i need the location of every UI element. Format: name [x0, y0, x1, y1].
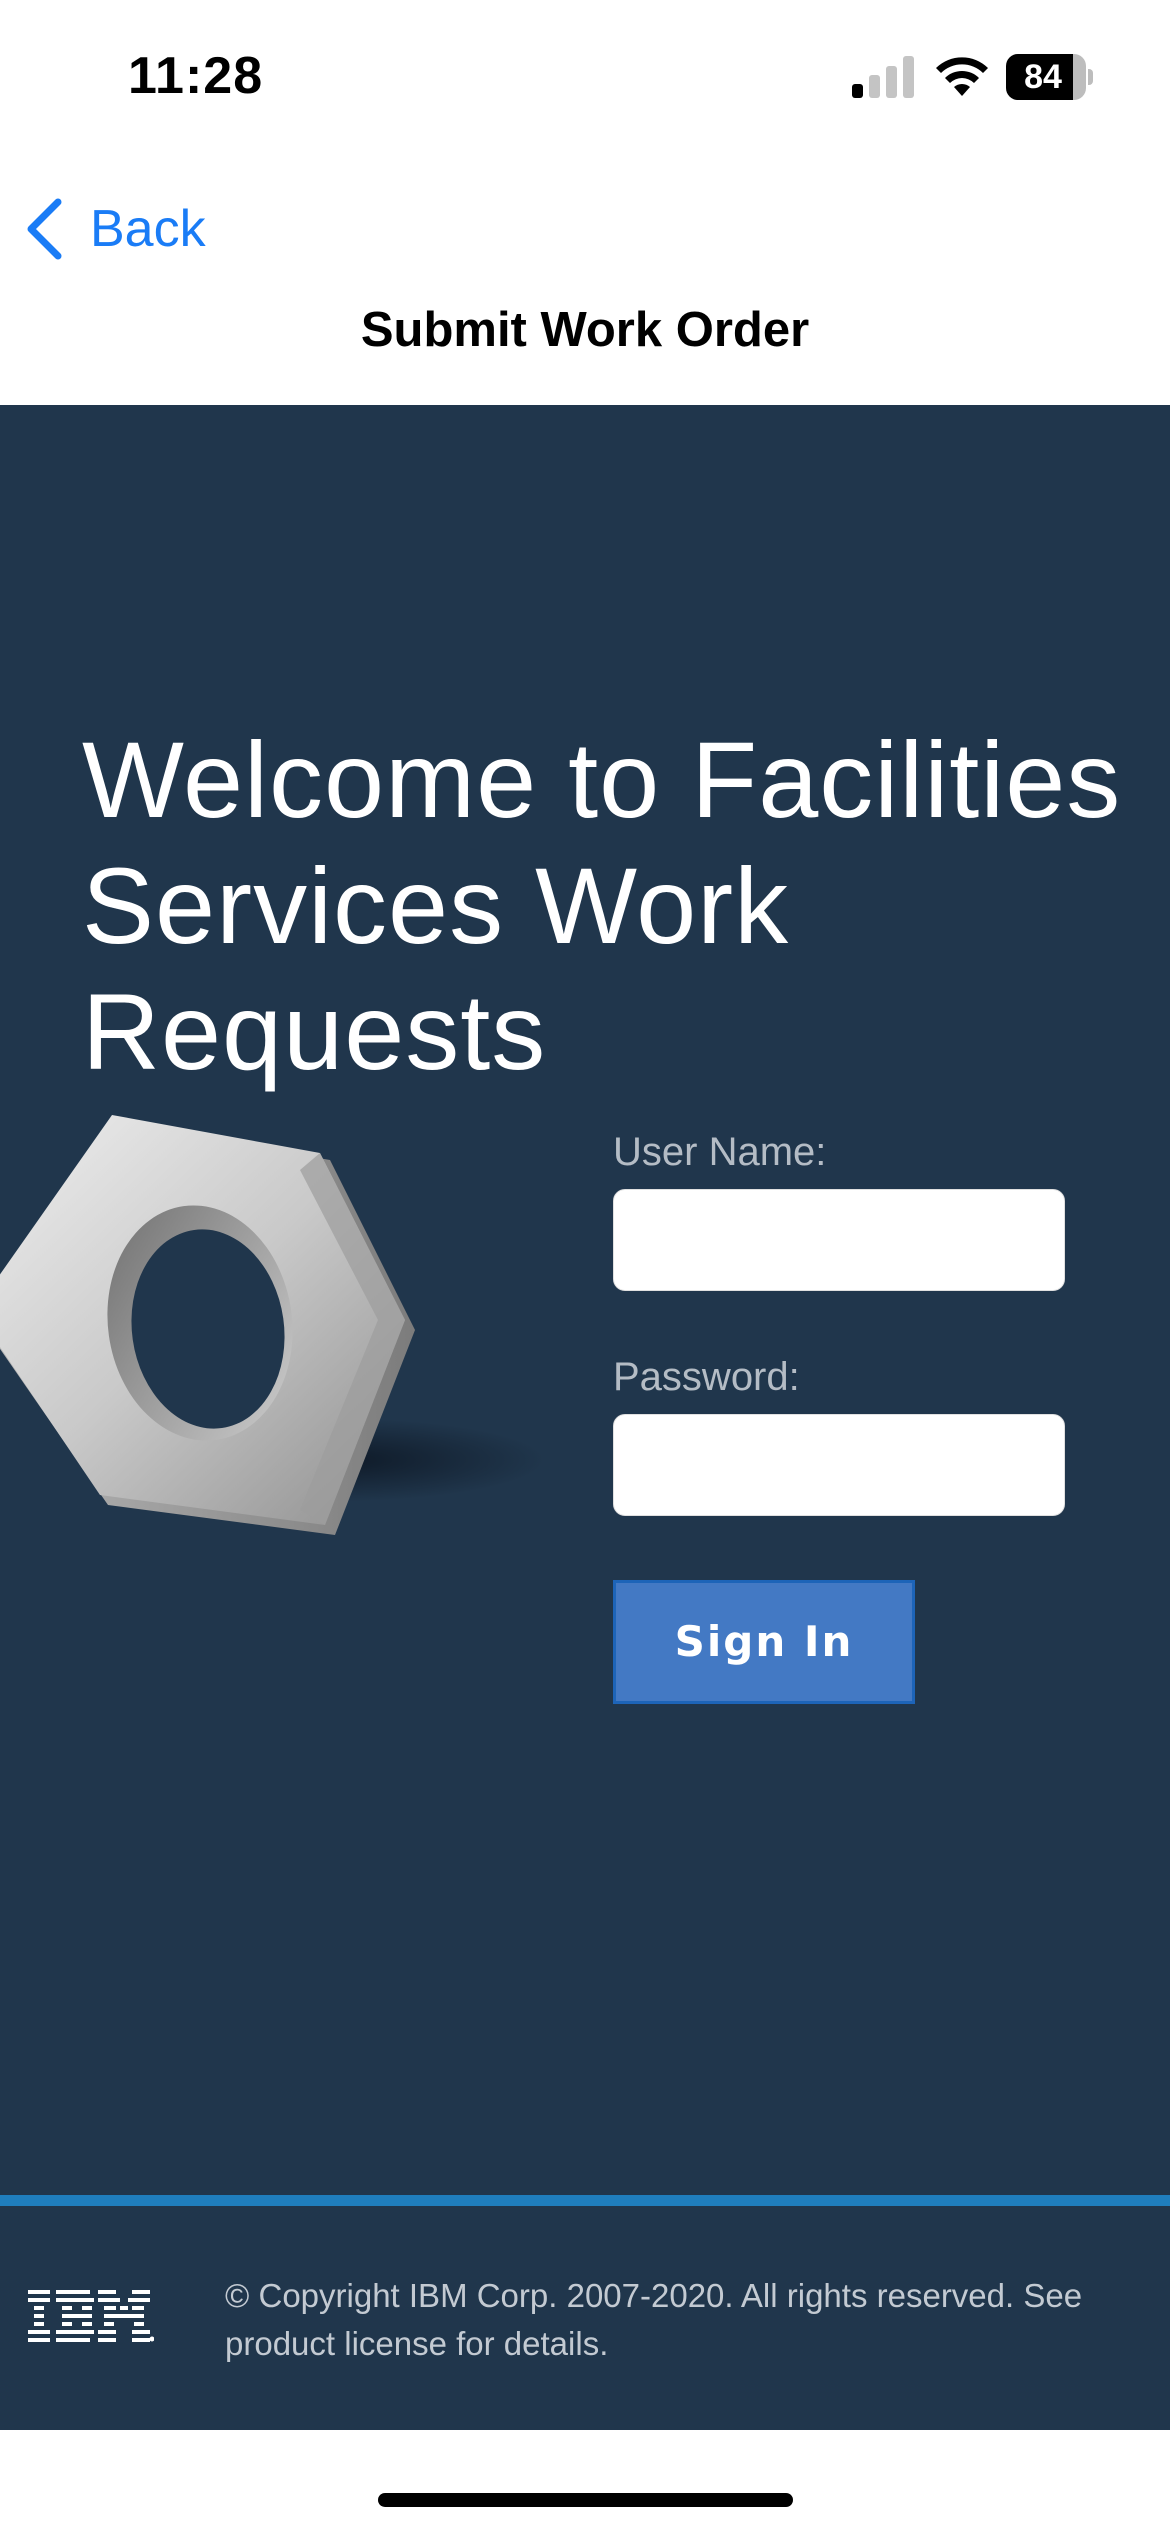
home-indicator-area: [0, 2430, 1170, 2532]
username-field[interactable]: [613, 1189, 1065, 1291]
battery-icon: 84: [1006, 54, 1093, 100]
cellular-signal-icon: [852, 56, 914, 98]
wifi-icon: [936, 57, 988, 96]
welcome-heading: Welcome to Facilities Services Work Requ…: [82, 719, 1122, 1092]
battery-level: 84: [1024, 58, 1062, 96]
copyright-text: © Copyright IBM Corp. 2007-2020. All rig…: [225, 2277, 1083, 2362]
password-field[interactable]: [613, 1414, 1065, 1516]
back-label: Back: [90, 200, 206, 258]
sign-in-button[interactable]: Sign In: [613, 1580, 915, 1704]
status-bar: 11:28 84: [0, 0, 1170, 150]
navigation-bar: Back Submit Work Order: [0, 150, 1170, 405]
home-indicator[interactable]: [378, 2493, 793, 2507]
back-button[interactable]: Back: [24, 174, 206, 284]
ibm-logo: [28, 2290, 154, 2342]
username-label: User Name:: [613, 1130, 827, 1174]
status-time: 11:28: [128, 47, 264, 105]
page-title: Submit Work Order: [360, 303, 810, 357]
chevron-left-icon: [27, 198, 62, 260]
hex-nut-icon: [0, 1115, 545, 1535]
login-panel: Welcome to Facilities Services Work Requ…: [0, 405, 1170, 2195]
password-label: Password:: [613, 1355, 800, 1399]
footer: © Copyright IBM Corp. 2007-2020. All rig…: [0, 2206, 1170, 2430]
footer-divider: [0, 2195, 1170, 2206]
